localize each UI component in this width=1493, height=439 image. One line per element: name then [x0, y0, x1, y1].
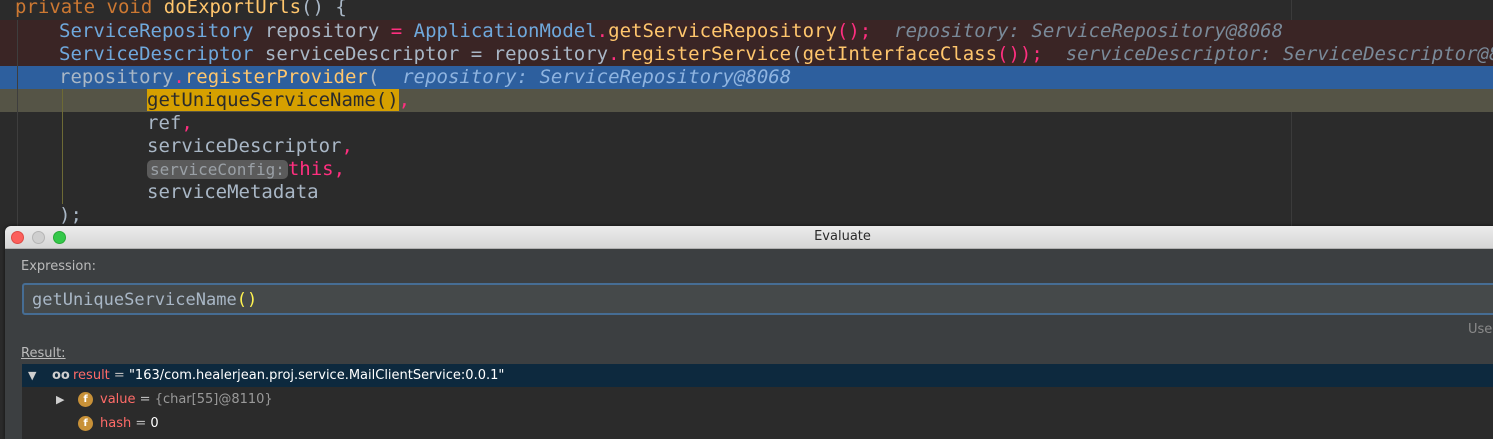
method-name: registerService [619, 43, 792, 65]
expression-label: Expression: [21, 259, 96, 274]
code-text: ( [791, 43, 803, 65]
inline-debug-value: repository: ServiceRepository@8068 [402, 66, 792, 88]
variable-value: "163/com.healerjean.proj.service.MailCli… [128, 368, 505, 383]
code-line-2[interactable]: ServiceRepository repository = Applicati… [0, 20, 1493, 43]
evaluate-window: Evaluate Expression: getUniqueServiceNam… [5, 226, 1493, 439]
field-icon: f [78, 416, 93, 431]
keyword: this [287, 158, 334, 180]
expression-parens: () [236, 290, 258, 310]
inline-debug-value: serviceDescriptor: ServiceDescriptor@808… [1065, 43, 1493, 65]
code-line-10[interactable]: ); [0, 204, 1493, 226]
expression-input[interactable]: getUniqueServiceName() [22, 283, 1493, 315]
watch-glasses-icon: oo [52, 368, 70, 383]
operator: . [173, 66, 185, 88]
window-titlebar[interactable]: Evaluate [5, 226, 1493, 249]
inline-debug-value: repository: ServiceRepository@8068 [894, 20, 1284, 42]
tree-row-result[interactable]: ▼ oo result = "163/com.healerjean.proj.s… [22, 364, 1493, 387]
expression-text: getUniqueServiceName() [32, 288, 257, 312]
use-hint-link[interactable]: Use [1468, 322, 1492, 337]
type-name: ServiceRepository [59, 20, 254, 42]
method-name: registerProvider [184, 66, 368, 88]
method-name: doExportUrls [163, 0, 302, 18]
variable-name: hash [100, 416, 132, 431]
result-tree[interactable]: ▼ oo result = "163/com.healerjean.proj.s… [22, 364, 1493, 439]
code-text: ref [147, 112, 182, 134]
code-line-9[interactable]: serviceMetadata [0, 181, 1493, 204]
collapse-arrow-icon[interactable]: ▼ [28, 364, 36, 387]
indent-guide [62, 89, 63, 204]
code-text: () { [301, 0, 347, 18]
tree-row-hash[interactable]: f hash = 0 [22, 412, 1493, 435]
field-icon: f [78, 392, 93, 407]
code-line-7[interactable]: serviceDescriptor, [0, 135, 1493, 158]
operator: , [333, 158, 346, 180]
tree-row-text: hash = 0 [100, 412, 159, 435]
tree-row-text: value = {char[55]@8110} [100, 388, 273, 411]
code-line-5-execution[interactable]: getUniqueServiceName(), [0, 89, 1493, 112]
keyword: private [15, 0, 96, 18]
result-label: Result: [21, 346, 66, 361]
code-text: serviceDescriptor = repository [253, 43, 609, 65]
code-text: ()); [997, 43, 1043, 65]
method-name: getServiceRepository [608, 20, 837, 42]
variable-name: value [100, 392, 136, 407]
variable-value: {char[55]@8110} [154, 392, 273, 407]
operator: = [390, 20, 403, 42]
code-editor[interactable]: private void doExportUrls() { ServiceRep… [0, 0, 1493, 226]
operator: . [596, 20, 609, 42]
type-name: ServiceDescriptor [59, 43, 254, 65]
code-text: (); [836, 20, 872, 42]
operator: , [181, 112, 193, 134]
keyword: void [106, 0, 153, 18]
code-line-6[interactable]: ref, [0, 112, 1493, 135]
tree-row-value[interactable]: ▶ f value = {char[55]@8110} [22, 388, 1493, 411]
parameter-hint: serviceConfig: [147, 160, 288, 179]
code-line-8[interactable]: serviceConfig: this, [0, 158, 1493, 181]
window-title: Evaluate [814, 229, 871, 244]
operator: , [341, 135, 353, 157]
indent-guide [17, 20, 18, 226]
code-text: repository [253, 20, 391, 42]
operator: . [608, 43, 620, 65]
code-line-1[interactable]: private void doExportUrls() { [0, 0, 1493, 19]
code-text: serviceMetadata [147, 181, 319, 203]
variable-name: result [73, 368, 110, 383]
code-text: serviceDescriptor [147, 135, 342, 157]
method-name: getInterfaceClass [802, 43, 998, 65]
code-text: ( [367, 66, 380, 88]
expression-method: getUniqueServiceName [32, 290, 237, 310]
code-text: repository [59, 66, 174, 88]
equals-sign: = [135, 392, 155, 407]
code-text: ); [59, 204, 82, 226]
code-line-3[interactable]: ServiceDescriptor serviceDescriptor = re… [0, 43, 1493, 66]
code-line-4-current[interactable]: repository.registerProvider( repository:… [0, 66, 1493, 89]
operator: , [398, 89, 411, 111]
equals-sign: = [109, 368, 129, 383]
tree-row-text: result = "163/com.healerjean.proj.servic… [73, 364, 504, 387]
expand-arrow-icon[interactable]: ▶ [56, 388, 64, 411]
variable-value: 0 [150, 416, 159, 431]
equals-sign: = [131, 416, 151, 431]
highlighted-call: getUniqueServiceName() [147, 89, 399, 111]
type-name: ApplicationModel [402, 20, 597, 42]
